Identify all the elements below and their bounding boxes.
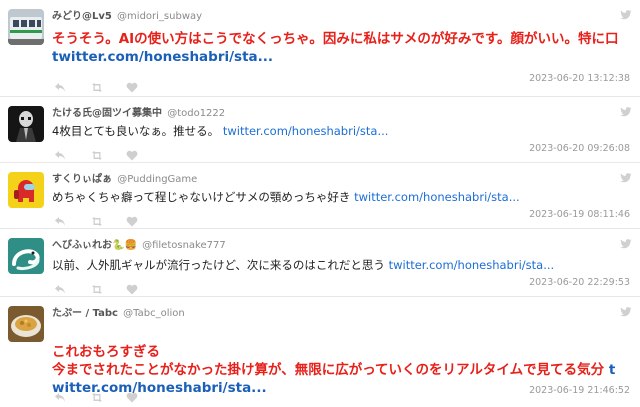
tweet-text-content: これおもろすぎる 今までされたことがなかった掛け算が、無限に広がっていくのをリア… xyxy=(52,344,605,378)
tweet-link[interactable]: twitter.com/honeshabri/sta... xyxy=(52,49,273,65)
twitter-bird-icon[interactable] xyxy=(620,239,632,249)
retweet-icon[interactable] xyxy=(90,280,102,294)
tweet-card: たける氏@固ツイ募集中 @todo1222 4枚目とても良いなぁ。推せる。 tw… xyxy=(0,97,640,163)
like-icon[interactable] xyxy=(126,146,138,160)
tweet-link[interactable]: twitter.com/honeshabri/sta... xyxy=(389,258,555,272)
like-icon[interactable] xyxy=(126,78,138,92)
tweet-actions xyxy=(54,145,138,160)
reply-icon[interactable] xyxy=(54,212,66,226)
tweet-header: たぷー / Tabc @Tabc_olion xyxy=(52,307,185,321)
reply-icon[interactable] xyxy=(54,280,66,294)
tweet-timestamp[interactable]: 2023-06-19 08:11:46 xyxy=(529,209,630,221)
tweet-actions xyxy=(54,387,138,402)
author-name[interactable]: すくりぃぱぁ xyxy=(52,174,112,185)
retweet-icon[interactable] xyxy=(90,78,102,92)
like-icon[interactable] xyxy=(126,280,138,294)
tweet-card: すくりぃぱぁ @PuddingGame めちゃくちゃ癖って程じゃないけどサメの顎… xyxy=(0,163,640,229)
tweet-actions xyxy=(54,77,138,92)
author-name[interactable]: たぷー / Tabc xyxy=(52,308,118,319)
reply-icon[interactable] xyxy=(54,146,66,160)
food-avatar[interactable] xyxy=(8,306,44,342)
author-handle[interactable]: @PuddingGame xyxy=(117,174,197,185)
tweet-text: めちゃくちゃ癖って程じゃないけどサメの顎めっちゃ好き twitter.com/h… xyxy=(52,189,626,206)
crewmate-avatar[interactable] xyxy=(8,172,44,208)
tweet-header: たける氏@固ツイ募集中 @todo1222 xyxy=(52,107,225,121)
twitter-bird-icon[interactable] xyxy=(620,107,632,117)
author-handle[interactable]: @filetosnake777 xyxy=(142,240,226,251)
train-avatar[interactable] xyxy=(8,9,44,45)
tweet-timestamp[interactable]: 2023-06-20 09:26:08 xyxy=(529,143,630,155)
tweet-text-content: めちゃくちゃ癖って程じゃないけどサメの顎めっちゃ好き xyxy=(52,190,355,204)
tweet-link[interactable]: twitter.com/honeshabri/sta... xyxy=(354,190,520,204)
retweet-icon[interactable] xyxy=(90,146,102,160)
tweet-card: たぷー / Tabc @Tabc_olion これおもろすぎる 今までされたこと… xyxy=(0,297,640,407)
tweet-text: そうそう。AIの使い方はこうでなくっちゃ。因みに私はサメのが好みです。顔がいい。… xyxy=(52,30,626,66)
twitter-bird-icon[interactable] xyxy=(620,173,632,183)
author-handle[interactable]: @midori_subway xyxy=(117,11,202,22)
author-name[interactable]: へびふぃれお🐍🍔 xyxy=(52,240,137,251)
tweet-header: みどり@Lv5 @midori_subway xyxy=(52,10,202,24)
twitter-bird-icon[interactable] xyxy=(620,10,632,20)
tweet-text: 以前、人外肌ギャルが流行ったけど、次に来るのはこれだと思う twitter.co… xyxy=(52,257,626,274)
author-handle[interactable]: @Tabc_olion xyxy=(123,308,185,319)
tweet-actions xyxy=(54,279,138,294)
tweet-actions xyxy=(54,211,138,226)
author-name[interactable]: たける氏@固ツイ募集中 xyxy=(52,108,162,119)
tweet-timestamp[interactable]: 2023-06-20 22:29:53 xyxy=(529,277,630,289)
tweet-text-content: そうそう。AIの使い方はこうでなくっちゃ。因みに私はサメのが好みです。顔がいい。… xyxy=(52,31,619,47)
retweet-icon[interactable] xyxy=(90,388,102,402)
like-icon[interactable] xyxy=(126,388,138,402)
tweet-text-content: 以前、人外肌ギャルが流行ったけど、次に来るのはこれだと思う xyxy=(52,258,389,272)
author-handle[interactable]: @todo1222 xyxy=(167,108,225,119)
tweet-link[interactable]: twitter.com/honeshabri/sta... xyxy=(223,124,389,138)
tweet-timestamp[interactable]: 2023-06-20 13:12:38 xyxy=(529,73,630,85)
reply-icon[interactable] xyxy=(54,78,66,92)
reply-icon[interactable] xyxy=(54,388,66,402)
tweet-timestamp[interactable]: 2023-06-19 21:46:52 xyxy=(529,385,630,397)
like-icon[interactable] xyxy=(126,212,138,226)
twitter-bird-icon[interactable] xyxy=(620,307,632,317)
author-name[interactable]: みどり@Lv5 xyxy=(52,11,112,22)
retweet-icon[interactable] xyxy=(90,212,102,226)
snake-avatar[interactable] xyxy=(8,238,44,274)
tweet-header: すくりぃぱぁ @PuddingGame xyxy=(52,173,197,187)
tweet-text-content: 4枚目とても良いなぁ。推せる。 xyxy=(52,124,223,138)
tweet-text: 4枚目とても良いなぁ。推せる。 twitter.com/honeshabri/s… xyxy=(52,123,626,140)
tweet-card: みどり@Lv5 @midori_subway そうそう。AIの使い方はこうでなく… xyxy=(0,0,640,97)
dark-figure-avatar[interactable] xyxy=(8,106,44,142)
tweet-feed: みどり@Lv5 @midori_subway そうそう。AIの使い方はこうでなく… xyxy=(0,0,640,407)
tweet-card: へびふぃれお🐍🍔 @filetosnake777 以前、人外肌ギャルが流行ったけ… xyxy=(0,229,640,297)
tweet-header: へびふぃれお🐍🍔 @filetosnake777 xyxy=(52,239,226,253)
